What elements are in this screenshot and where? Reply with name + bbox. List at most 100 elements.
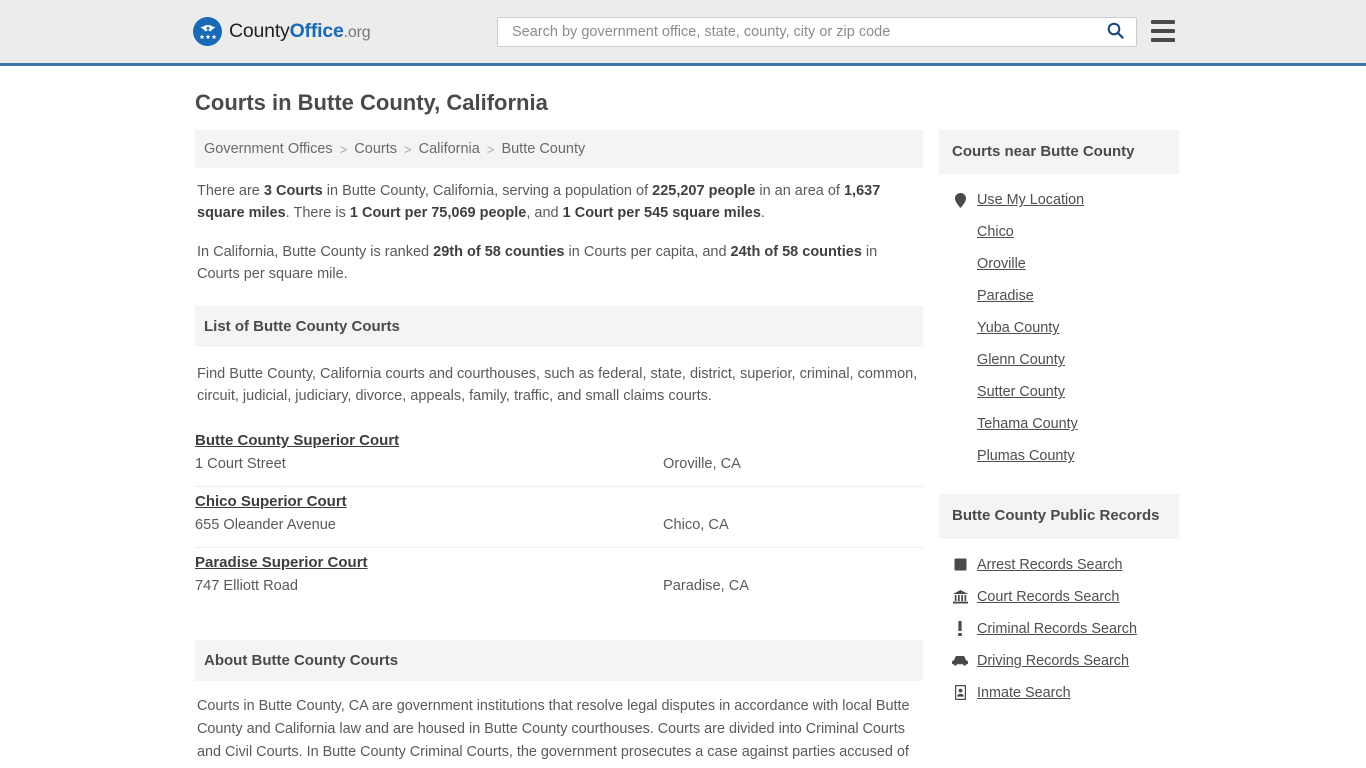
breadcrumb-separator: > — [404, 141, 412, 157]
court-name-link[interactable]: Chico Superior Court — [195, 493, 347, 510]
breadcrumb-separator: > — [486, 141, 495, 157]
court-list-item: Butte County Superior Court 1 Court Stree… — [195, 426, 923, 487]
list-section-heading: List of Butte County Courts — [195, 305, 923, 347]
sidebar-item-label: Plumas County — [977, 448, 1075, 465]
summary-text: In California, Butte County is ranked — [197, 243, 434, 260]
court-address: 655 Oleander Avenue — [195, 516, 336, 533]
summary-paragraph-2: In California, Butte County is ranked 29… — [197, 241, 921, 286]
page-body: Courts in Butte County, California Gover… — [0, 90, 1366, 768]
logo-text-org: .org — [343, 24, 371, 41]
summary-text: . There is — [285, 205, 350, 222]
sidebar-item-label: Sutter County — [977, 384, 1065, 401]
court-address: 747 Elliott Road — [195, 577, 299, 594]
summary-highlight: 29th of 58 counties — [433, 243, 565, 260]
courthouse-icon — [952, 589, 968, 605]
court-city: Chico, CA — [663, 516, 729, 533]
summary-highlight: 24th of 58 counties — [730, 243, 862, 260]
list-section-blurb: Find Butte County, California courts and… — [197, 365, 918, 405]
nearby-item-yuba-county[interactable]: Yuba County — [939, 312, 1179, 344]
car-icon — [952, 653, 968, 669]
nearby-courts-heading: Courts near Butte County — [939, 130, 1179, 175]
summary-highlight: 225,207 people — [652, 183, 756, 199]
summary-highlight: 1 Court per 545 square miles — [562, 205, 761, 222]
court-city: Oroville, CA — [663, 455, 741, 472]
logo-text-county: County — [229, 20, 290, 42]
search-icon — [1107, 22, 1124, 42]
summary-text: There are — [197, 183, 264, 199]
sidebar-item-label: Tehama County — [977, 416, 1078, 433]
public-records-heading: Butte County Public Records — [939, 494, 1179, 539]
about-section-heading: About Butte County Courts — [195, 639, 923, 681]
breadcrumb-item-butte-county[interactable]: Butte County — [501, 141, 585, 157]
nearby-item-glenn-county[interactable]: Glenn County — [939, 344, 1179, 376]
summary-text: . — [760, 205, 765, 222]
sidebar-item-label: Glenn County — [977, 352, 1065, 369]
hamburger-bar — [1151, 38, 1175, 42]
sidebar-item-label: Court Records Search — [977, 588, 1120, 605]
nearby-courts-card: Courts near Butte County Use My Location… — [939, 130, 1179, 472]
breadcrumb-list: Government Offices > Courts > California > But… — [204, 141, 914, 157]
page-title: Courts in Butte County, California — [195, 90, 548, 115]
sidebar-item-label: Arrest Records Search — [977, 556, 1123, 573]
court-city: Paradise, CA — [663, 577, 749, 594]
nearby-item-tehama-county[interactable]: Tehama County — [939, 408, 1179, 440]
nearby-item-sutter-county[interactable]: Sutter County — [939, 376, 1179, 408]
court-list-item: Chico Superior Court 655 Oleander Avenue C… — [195, 487, 923, 548]
fingerprint-icon — [952, 557, 968, 573]
hamburger-menu-icon[interactable] — [1151, 20, 1175, 42]
sidebar-item-label: Yuba County — [977, 320, 1060, 337]
site-header: CountyOffice.org — [0, 0, 1366, 66]
court-detail-line: 1 Court Street Oroville, CA — [195, 456, 923, 472]
public-records-list: Arrest Records Search Court Records Searc… — [939, 539, 1179, 709]
content-container: Government Offices > Courts > California > But… — [188, 130, 1179, 768]
court-list-item: Paradise Superior Court 747 Elliott Road P… — [195, 548, 923, 608]
nearby-courts-list: Use My Location Chico Oroville Paradise Yuba… — [939, 174, 1179, 472]
summary-highlight: 3 Courts — [263, 183, 323, 199]
nearby-item-paradise[interactable]: Paradise — [939, 280, 1179, 312]
sidebar-item-label: Paradise — [977, 288, 1034, 305]
summary-text: in an area of — [755, 183, 844, 199]
search-bar[interactable] — [497, 17, 1137, 47]
breadcrumb-item-government-offices[interactable]: Government Offices — [204, 141, 333, 157]
records-item-inmate-search[interactable]: Inmate Search — [939, 677, 1179, 709]
records-item-driving-records-search[interactable]: Driving Records Search — [939, 645, 1179, 677]
logo-wordmark: CountyOffice.org — [229, 20, 371, 43]
main-column: Government Offices > Courts > California > But… — [188, 130, 923, 768]
summary-highlight: 1 Court per 75,069 people — [349, 205, 527, 222]
about-paragraph: Courts in Butte County, CA are governmen… — [197, 697, 910, 768]
hamburger-bar — [1151, 29, 1175, 33]
id-badge-icon — [952, 685, 968, 701]
summary-statistics: There are 3 Courts in Butte County, Cali… — [195, 168, 923, 306]
summary-text: in Courts per capita, and — [564, 243, 731, 260]
sidebar-item-label: Oroville — [977, 256, 1026, 273]
court-list: Butte County Superior Court 1 Court Stree… — [195, 426, 923, 608]
court-name-link[interactable]: Paradise Superior Court — [195, 554, 368, 571]
sidebar-item-label: Chico — [977, 224, 1014, 241]
public-records-card: Butte County Public Records Arrest Recor… — [939, 494, 1179, 708]
records-item-arrest-records-search[interactable]: Arrest Records Search — [939, 549, 1179, 581]
site-logo[interactable]: CountyOffice.org — [193, 17, 371, 46]
nearby-item-oroville[interactable]: Oroville — [939, 248, 1179, 280]
logo-text-office: Office — [289, 20, 344, 42]
summary-text: , and — [526, 205, 563, 222]
sidebar-item-label: Use My Location — [977, 192, 1085, 209]
exclamation-icon — [952, 621, 968, 637]
search-button[interactable] — [1105, 22, 1126, 42]
records-item-court-records-search[interactable]: Court Records Search — [939, 581, 1179, 613]
search-input[interactable] — [510, 23, 1105, 41]
breadcrumb-item-courts[interactable]: Courts — [354, 141, 397, 157]
records-item-criminal-records-search[interactable]: Criminal Records Search — [939, 613, 1179, 645]
nearby-item-plumas-county[interactable]: Plumas County — [939, 440, 1179, 472]
breadcrumb-separator: > — [339, 141, 348, 157]
nearby-item-use-my-location[interactable]: Use My Location — [939, 184, 1179, 216]
nearby-item-chico[interactable]: Chico — [939, 216, 1179, 248]
court-detail-line: 655 Oleander Avenue Chico, CA — [195, 517, 923, 533]
summary-paragraph-1: There are 3 Courts in Butte County, Cali… — [197, 180, 921, 225]
sidebar-item-label: Criminal Records Search — [977, 620, 1137, 637]
court-name-link[interactable]: Butte County Superior Court — [195, 432, 399, 449]
hamburger-bar — [1151, 20, 1175, 24]
court-detail-line: 747 Elliott Road Paradise, CA — [195, 578, 923, 594]
breadcrumb: Government Offices > Courts > California > But… — [195, 130, 923, 168]
sidebar: Courts near Butte County Use My Location… — [939, 130, 1179, 768]
breadcrumb-item-california[interactable]: California — [419, 141, 480, 157]
